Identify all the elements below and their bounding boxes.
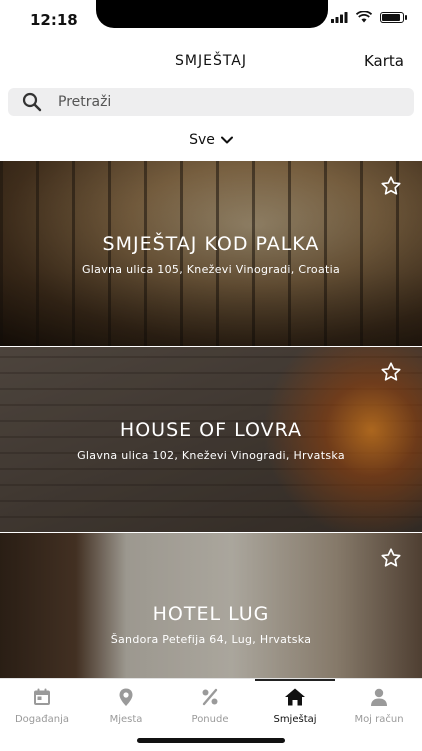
calendar-icon [34,688,50,705]
user-icon [371,688,387,706]
favorite-star-icon[interactable] [380,175,402,197]
filter-label: Sve [189,132,215,148]
listing-title: HOTEL LUG [152,603,270,625]
search-bar[interactable] [8,88,414,116]
home-icon [285,688,305,706]
search-icon [22,92,42,112]
home-indicator [137,738,285,743]
status-bar: 12:18 [0,0,422,44]
page-title: SMJEŠTAJ [175,53,247,69]
listing-title: HOUSE OF LOVRA [119,419,303,441]
percent-icon [202,688,218,706]
tab-places[interactable]: Mjesta [84,679,168,725]
accommodation-list: SMJEŠTAJ KOD PALKA Glavna ulica 105, Kne… [0,161,422,678]
status-time: 12:18 [30,11,78,29]
tab-events[interactable]: Događanja [0,679,84,725]
listing-address: Šandora Petefija 64, Lug, Hrvatska [110,633,312,646]
location-pin-icon [119,688,133,706]
tab-offers[interactable]: Ponude [168,679,252,725]
map-button[interactable]: Karta [364,52,404,70]
signal-icon [331,11,348,23]
favorite-star-icon[interactable] [380,361,402,383]
navigation-bar: SMJEŠTAJ Karta [0,44,422,82]
battery-icon [380,11,407,23]
listing-title: SMJEŠTAJ KOD PALKA [102,233,320,255]
battery-level [382,13,400,21]
tab-my-account[interactable]: Moj račun [337,679,421,725]
tab-accommodation[interactable]: Smještaj [253,679,337,725]
filter-dropdown[interactable]: Sve [0,132,422,148]
favorite-star-icon[interactable] [380,547,402,569]
tab-bar: Događanja Mjesta Ponude Smještaj Moj rač… [0,678,422,751]
tab-label: Moj račun [354,714,404,725]
tab-label: Smještaj [273,714,317,725]
search-input[interactable] [56,93,360,111]
wifi-icon [356,11,372,23]
listing-card[interactable]: SMJEŠTAJ KOD PALKA Glavna ulica 105, Kne… [0,161,422,347]
notch [96,0,328,28]
tab-label: Mjesta [109,714,143,725]
listing-address: Glavna ulica 102, Kneževi Vinogradi, Hrv… [77,449,345,462]
chevron-down-icon [220,136,233,144]
status-icons [331,11,407,23]
listing-card[interactable]: HOUSE OF LOVRA Glavna ulica 102, Kneževi… [0,347,422,533]
listing-card[interactable]: HOTEL LUG Šandora Petefija 64, Lug, Hrva… [0,533,422,678]
listing-address: Glavna ulica 105, Kneževi Vinogradi, Cro… [81,263,340,276]
tab-label: Ponude [191,714,229,725]
tab-label: Događanja [14,714,69,725]
